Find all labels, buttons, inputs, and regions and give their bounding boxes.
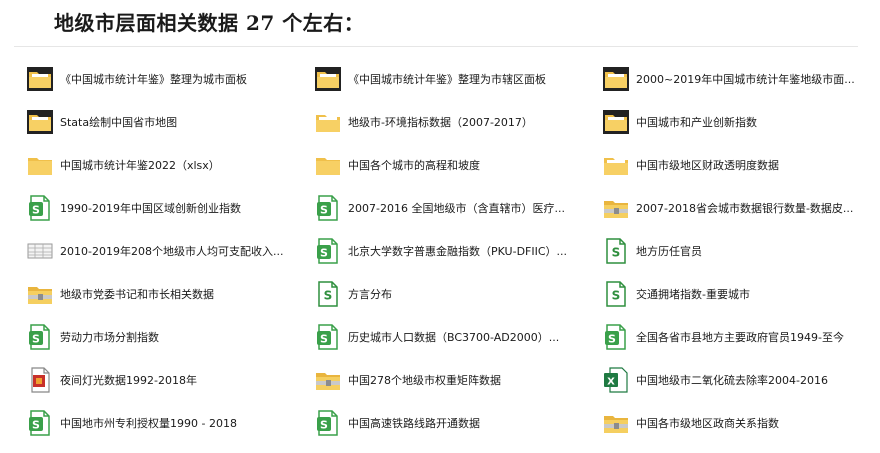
file-name: 2007-2018省会城市数据银行数量-数据皮... [636, 201, 854, 215]
file-item[interactable]: S 地方历任官员 [602, 229, 864, 272]
sheet-file-icon: S [26, 323, 54, 351]
file-name: 中国各个城市的高程和坡度 [348, 158, 480, 172]
svg-text:S: S [324, 288, 333, 302]
file-name: 地方历任官员 [636, 244, 702, 258]
sheet-file-icon: S [314, 237, 342, 265]
folder-dark-icon [26, 65, 54, 93]
page-title: 地级市层面相关数据 27 个左右： [54, 11, 365, 35]
file-item[interactable]: Stata绘制中国省市地图 [26, 100, 314, 143]
file-item[interactable]: S 2007-2016 全国地级市（含直辖市）医疗... [314, 186, 602, 229]
folder-light-icon [314, 108, 342, 136]
file-item[interactable]: 2007-2018省会城市数据银行数量-数据皮... [602, 186, 864, 229]
file-item[interactable]: S 中国地市州专利授权量1990 - 2018 [26, 401, 314, 444]
file-name: 交通拥堵指数-重要城市 [636, 287, 750, 301]
file-item[interactable]: 2010-2019年208个地级市人均可支配收入... [26, 229, 314, 272]
file-name: 中国城市和产业创新指数 [636, 115, 757, 129]
file-item[interactable]: X 中国地级市二氧化硫去除率2004-2016 [602, 358, 864, 401]
folder-zip-icon [314, 366, 342, 394]
sheet-file-icon: S [314, 409, 342, 437]
svg-text:S: S [612, 288, 621, 302]
file-name: 中国地级市二氧化硫去除率2004-2016 [636, 373, 828, 387]
folder-icon [26, 151, 54, 179]
file-name: 地级市党委书记和市长相关数据 [60, 287, 214, 301]
archive-file-icon [26, 366, 54, 394]
svg-text:S: S [32, 418, 40, 431]
file-name: 夜间灯光数据1992-2018年 [60, 373, 197, 387]
folder-dark-icon [26, 108, 54, 136]
file-name: 2007-2016 全国地级市（含直辖市）医疗... [348, 201, 565, 215]
file-name: 中国各市级地区政商关系指数 [636, 416, 779, 430]
file-name: 中国地市州专利授权量1990 - 2018 [60, 416, 237, 430]
sheet-file-icon: S [602, 323, 630, 351]
file-item[interactable]: S 交通拥堵指数-重要城市 [602, 272, 864, 315]
file-item[interactable]: S 1990-2019年中国区域创新创业指数 [26, 186, 314, 229]
svg-text:S: S [32, 332, 40, 345]
file-item[interactable]: 中国城市和产业创新指数 [602, 100, 864, 143]
svg-text:X: X [607, 376, 615, 387]
file-item[interactable]: 中国市级地区财政透明度数据 [602, 143, 864, 186]
file-item[interactable]: 《中国城市统计年鉴》整理为市辖区面板 [314, 57, 602, 100]
svg-text:S: S [320, 246, 328, 259]
sheet-file-icon: S [314, 194, 342, 222]
file-name: 2000~2019年中国城市统计年鉴地级市面... [636, 72, 855, 86]
file-item[interactable]: 中国各市级地区政商关系指数 [602, 401, 864, 444]
file-name: 北京大学数字普惠金融指数（PKU-DFIIC）... [348, 244, 568, 258]
file-name: 中国高速铁路线路开通数据 [348, 416, 480, 430]
title-divider [14, 46, 858, 47]
file-name: 2010-2019年208个地级市人均可支配收入... [60, 244, 284, 258]
file-item[interactable]: S 全国各省市县地方主要政府官员1949-至今 [602, 315, 864, 358]
sheet-file-outline-icon: S [314, 280, 342, 308]
file-item[interactable]: 地级市党委书记和市长相关数据 [26, 272, 314, 315]
file-name: Stata绘制中国省市地图 [60, 115, 178, 129]
folder-dark-icon [602, 65, 630, 93]
table-image-icon [26, 237, 54, 265]
svg-text:S: S [612, 245, 621, 259]
file-item[interactable]: 中国278个地级市权重矩阵数据 [314, 358, 602, 401]
file-item[interactable]: S 北京大学数字普惠金融指数（PKU-DFIIC）... [314, 229, 602, 272]
file-name: 全国各省市县地方主要政府官员1949-至今 [636, 330, 844, 344]
file-name: 历史城市人口数据（BC3700-AD2000）... [348, 330, 560, 344]
file-item[interactable]: 2000~2019年中国城市统计年鉴地级市面... [602, 57, 864, 100]
sheet-file-icon: S [26, 194, 54, 222]
file-item[interactable]: 中国城市统计年鉴2022（xlsx） [26, 143, 314, 186]
folder-icon [314, 151, 342, 179]
file-item[interactable]: S 历史城市人口数据（BC3700-AD2000）... [314, 315, 602, 358]
file-name: 中国278个地级市权重矩阵数据 [348, 373, 501, 387]
file-item[interactable]: S 方言分布 [314, 272, 602, 315]
file-name: 中国市级地区财政透明度数据 [636, 158, 779, 172]
file-name: 1990-2019年中国区域创新创业指数 [60, 201, 241, 215]
svg-text:S: S [32, 203, 40, 216]
sheet-file-outline-icon: S [602, 237, 630, 265]
file-grid: 《中国城市统计年鉴》整理为城市面板 《中国城市统计年鉴》整理为市辖区面板 2000~… [26, 57, 864, 444]
folder-zip-icon [602, 194, 630, 222]
file-name: 地级市-环境指标数据（2007-2017） [348, 115, 533, 129]
file-item[interactable]: 夜间灯光数据1992-2018年 [26, 358, 314, 401]
file-name: 《中国城市统计年鉴》整理为市辖区面板 [348, 72, 546, 86]
svg-text:S: S [320, 203, 328, 216]
file-name: 《中国城市统计年鉴》整理为城市面板 [60, 72, 247, 86]
sheet-file-icon: S [26, 409, 54, 437]
sheet-file-icon: S [314, 323, 342, 351]
folder-dark-icon [602, 108, 630, 136]
folder-zip-icon [602, 409, 630, 437]
excel-file-icon: X [602, 366, 630, 394]
file-item[interactable]: 地级市-环境指标数据（2007-2017） [314, 100, 602, 143]
file-item[interactable]: 《中国城市统计年鉴》整理为城市面板 [26, 57, 314, 100]
file-name: 劳动力市场分割指数 [60, 330, 159, 344]
file-name: 方言分布 [348, 287, 392, 301]
svg-text:S: S [608, 332, 616, 345]
file-item[interactable]: S 中国高速铁路线路开通数据 [314, 401, 602, 444]
folder-zip-icon [26, 280, 54, 308]
folder-dark-icon [314, 65, 342, 93]
file-name: 中国城市统计年鉴2022（xlsx） [60, 158, 220, 172]
svg-text:S: S [320, 418, 328, 431]
file-item[interactable]: S 劳动力市场分割指数 [26, 315, 314, 358]
file-item[interactable]: 中国各个城市的高程和坡度 [314, 143, 602, 186]
sheet-file-outline-icon: S [602, 280, 630, 308]
svg-text:S: S [320, 332, 328, 345]
folder-light-icon [602, 151, 630, 179]
